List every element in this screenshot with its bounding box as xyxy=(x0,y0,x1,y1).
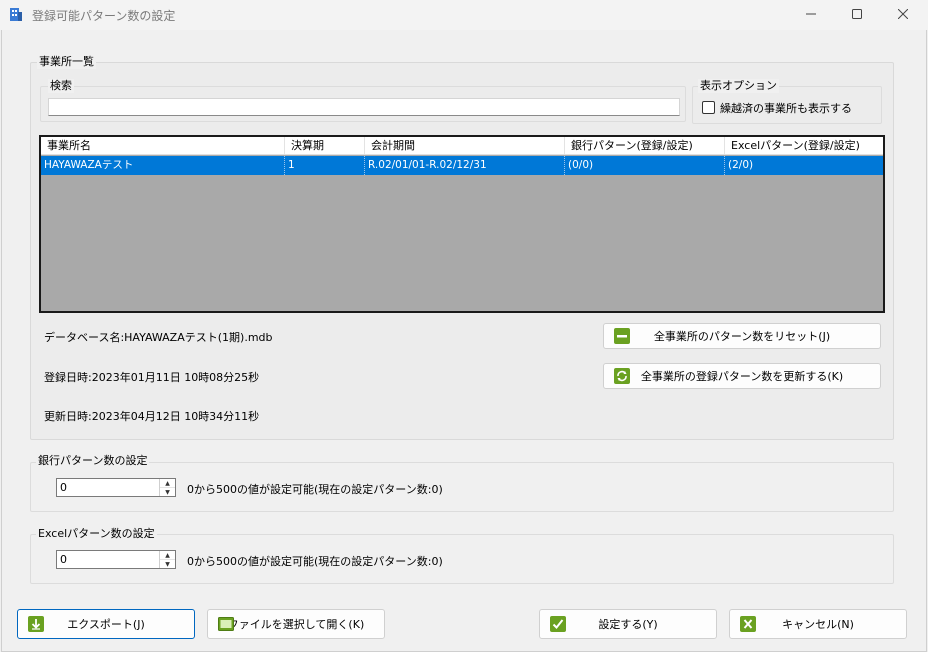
open-file-button[interactable]: ファイルを選択して開く(K) xyxy=(207,609,385,639)
table-header: 事業所名 決算期 会計期間 銀行パターン(登録/設定) Excelパターン(登録… xyxy=(41,137,883,155)
updated-datetime-text: 更新日時:2023年04月12日 10時34分11秒 xyxy=(44,410,260,423)
cell-fiscal-period: 1 xyxy=(285,156,365,175)
bank-stepper-arrows[interactable]: ▲ ▼ xyxy=(159,479,175,496)
column-header-office-name[interactable]: 事業所名 xyxy=(41,137,285,154)
cell-accounting-period: R.02/01/01-R.02/12/31 xyxy=(365,156,565,175)
column-header-fiscal-period[interactable]: 決算期 xyxy=(285,137,365,154)
excel-pattern-hint: 0から500の値が設定可能(現在の設定パターン数:0) xyxy=(187,555,443,568)
excel-pattern-legend: Excelパターン数の設定 xyxy=(36,527,157,541)
database-name-text: データベース名:HAYAWAZAテスト(1期).mdb xyxy=(44,331,273,344)
x-mark-icon xyxy=(740,616,756,632)
bank-pattern-stepper[interactable]: 0 ▲ ▼ xyxy=(56,478,176,497)
cell-bank-pattern: (0/0) xyxy=(565,156,725,175)
column-header-bank-pattern[interactable]: 銀行パターン(登録/設定) xyxy=(565,137,725,154)
column-header-excel-pattern[interactable]: Excelパターン(登録/設定) xyxy=(725,137,883,154)
bank-pattern-value[interactable]: 0 xyxy=(60,480,67,496)
checkmark-icon xyxy=(550,616,566,632)
chevron-down-icon[interactable]: ▼ xyxy=(160,488,175,496)
minus-icon xyxy=(614,328,630,344)
refresh-icon xyxy=(614,368,630,384)
apply-settings-label: 設定する(Y) xyxy=(598,618,658,631)
display-option-legend: 表示オプション xyxy=(698,79,779,93)
maximize-button[interactable] xyxy=(834,0,880,30)
building-icon xyxy=(9,6,23,22)
apply-settings-button[interactable]: 設定する(Y) xyxy=(539,609,717,639)
open-file-icon xyxy=(218,616,234,632)
registered-datetime-text: 登録日時:2023年01月11日 10時08分25秒 xyxy=(44,371,260,384)
cancel-label: キャンセル(N) xyxy=(782,618,854,631)
show-carried-over-checkbox[interactable] xyxy=(702,101,715,114)
show-carried-over-label[interactable]: 繰越済の事業所も表示する xyxy=(720,100,852,116)
column-header-accounting-period[interactable]: 会計期間 xyxy=(365,137,565,154)
close-icon xyxy=(897,8,909,22)
bank-pattern-legend: 銀行パターン数の設定 xyxy=(36,454,150,468)
window-title: 登録可能パターン数の設定 xyxy=(32,9,176,23)
excel-pattern-value[interactable]: 0 xyxy=(60,552,67,568)
update-all-patterns-button[interactable]: 全事業所の登録パターン数を更新する(K) xyxy=(603,363,881,389)
office-table[interactable]: 事業所名 決算期 会計期間 銀行パターン(登録/設定) Excelパターン(登録… xyxy=(39,135,885,313)
excel-pattern-stepper[interactable]: 0 ▲ ▼ xyxy=(56,550,176,569)
excel-stepper-arrows[interactable]: ▲ ▼ xyxy=(159,551,175,568)
bank-pattern-hint: 0から500の値が設定可能(現在の設定パターン数:0) xyxy=(187,483,443,496)
chevron-up-icon[interactable]: ▲ xyxy=(160,479,175,488)
chevron-up-icon[interactable]: ▲ xyxy=(160,551,175,560)
table-row[interactable]: HAYAWAZAテスト 1 R.02/01/01-R.02/12/31 (0/0… xyxy=(41,156,883,175)
export-button[interactable]: エクスポート(J) xyxy=(17,609,195,639)
reset-all-patterns-button[interactable]: 全事業所のパターン数をリセット(J) xyxy=(603,323,881,349)
update-all-patterns-label: 全事業所の登録パターン数を更新する(K) xyxy=(640,370,844,383)
cell-office-name: HAYAWAZAテスト xyxy=(41,156,285,175)
maximize-icon xyxy=(852,8,862,22)
export-label: エクスポート(J) xyxy=(67,618,145,631)
minimize-button[interactable] xyxy=(788,0,834,30)
open-file-label: ファイルを選択して開く(K) xyxy=(227,618,365,631)
title-bar[interactable]: 登録可能パターン数の設定 xyxy=(0,0,928,30)
chevron-down-icon[interactable]: ▼ xyxy=(160,560,175,568)
reset-all-patterns-label: 全事業所のパターン数をリセット(J) xyxy=(653,330,831,343)
minimize-icon xyxy=(806,9,816,22)
cell-excel-pattern: (2/0) xyxy=(728,159,754,171)
download-arrow-icon xyxy=(28,616,44,632)
search-legend: 検索 xyxy=(48,79,74,93)
cancel-button[interactable]: キャンセル(N) xyxy=(729,609,907,639)
office-list-legend: 事業所一覧 xyxy=(37,55,96,69)
close-button[interactable] xyxy=(880,0,926,30)
search-input[interactable] xyxy=(48,98,680,116)
